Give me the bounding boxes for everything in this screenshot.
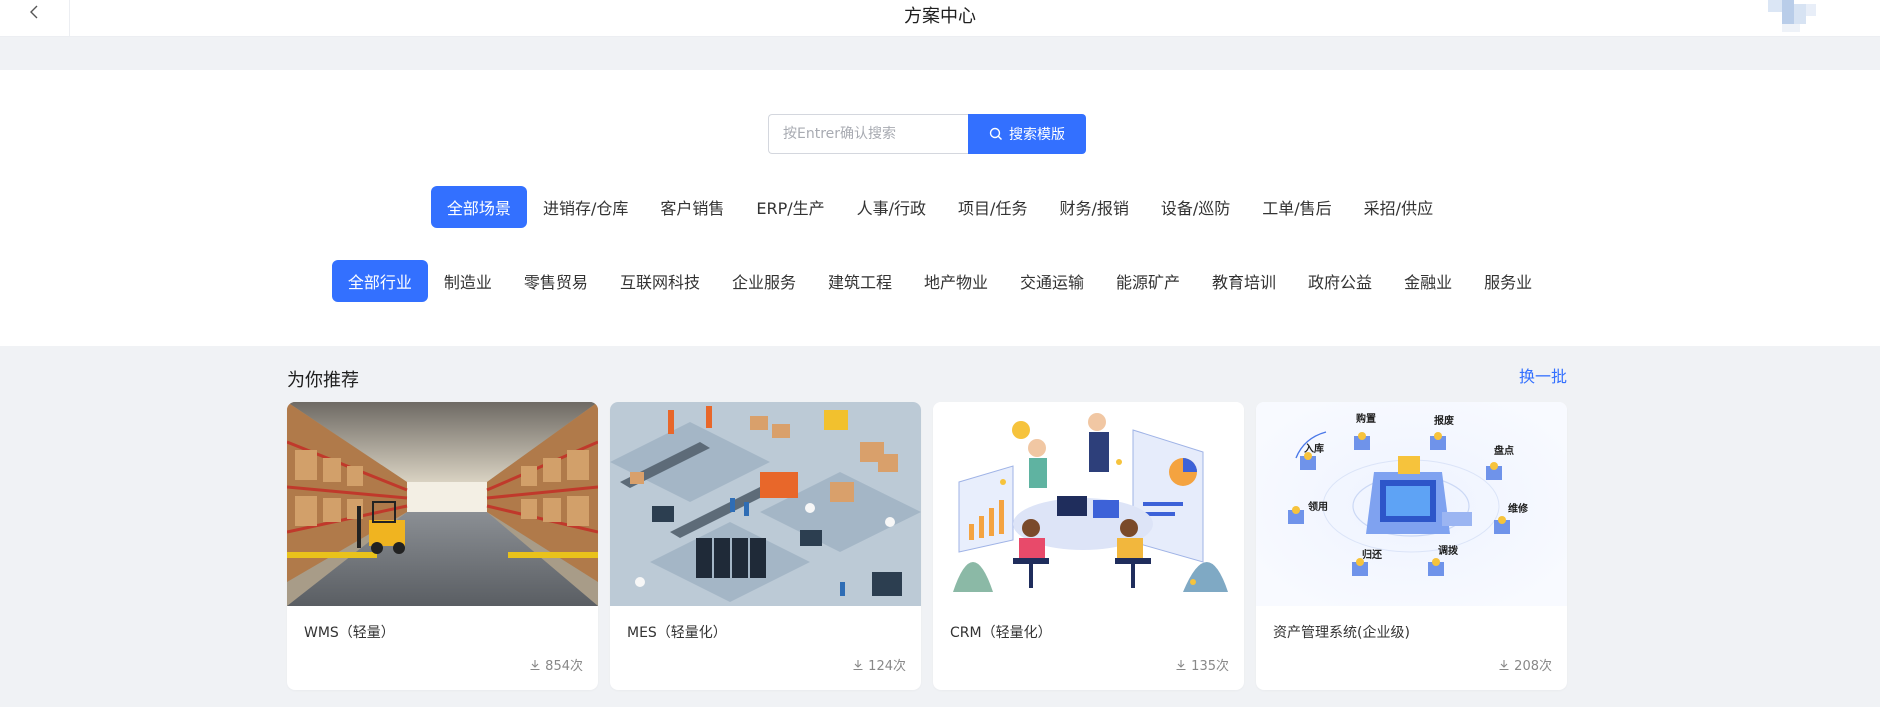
industry-tag-government[interactable]: 政府公益 [1292, 260, 1388, 302]
diagram-label: 入库 [1304, 442, 1324, 455]
download-count-text: 135次 [1191, 659, 1229, 674]
card-title: 资产管理系统(企业级) [1273, 625, 1410, 641]
scene-tag-procurement[interactable]: 采招/供应 [1348, 186, 1449, 228]
scene-tag-customer-sales[interactable]: 客户销售 [644, 186, 740, 228]
diagram-label: 维修 [1508, 502, 1529, 515]
warehouse-image [287, 402, 598, 606]
scene-tag-project[interactable]: 项目/任务 [942, 186, 1043, 228]
industry-tag-all[interactable]: 全部行业 [331, 260, 428, 302]
template-card[interactable]: CRM（轻量化） 135次 [933, 402, 1244, 690]
search-button[interactable]: 搜索模版 [968, 114, 1086, 154]
download-count: 135次 [1175, 655, 1229, 674]
card-title: CRM（轻量化） [950, 625, 1052, 641]
scene-tag-all[interactable]: 全部场景 [430, 186, 527, 228]
scene-tag-erp[interactable]: ERP/生产 [740, 186, 840, 228]
template-card[interactable]: 入库 购置 报废 盘点 领用 维修 归还 调拨 资产管理系统(企业级) 208次 [1256, 402, 1567, 690]
download-icon [530, 659, 540, 670]
scene-tag-ticket[interactable]: 工单/售后 [1246, 186, 1347, 228]
industry-tag-education[interactable]: 教育培训 [1196, 260, 1292, 302]
card-title: MES（轻量化） [627, 625, 727, 641]
search-icon [989, 127, 1002, 140]
download-count: 124次 [852, 655, 906, 674]
industry-tag-construction[interactable]: 建筑工程 [812, 260, 908, 302]
download-count: 854次 [529, 655, 583, 674]
filter-panel: 搜索模版 全部场景 进销存/仓库 客户销售 ERP/生产 人事/行政 项目/任务… [0, 70, 1880, 346]
industry-tag-energy[interactable]: 能源矿产 [1100, 260, 1196, 302]
scene-tag-equipment[interactable]: 设备/巡防 [1145, 186, 1246, 228]
diagram-label: 调拨 [1438, 544, 1459, 557]
scene-tag-hr[interactable]: 人事/行政 [841, 186, 942, 228]
download-count: 208次 [1498, 655, 1552, 674]
industry-tag-real-estate[interactable]: 地产物业 [908, 260, 1004, 302]
avatar[interactable] [1768, 0, 1824, 32]
download-count-text: 124次 [868, 659, 906, 674]
refresh-link[interactable]: 换一批 [1519, 363, 1567, 387]
download-icon [1499, 659, 1509, 670]
card-title: WMS（轻量） [304, 625, 395, 641]
recommend-cards: WMS（轻量） 854次 MES（轻量化） 124次 CRM（轻量化） 135次… [287, 402, 1567, 690]
industry-tag-service[interactable]: 服务业 [1468, 260, 1548, 302]
download-icon [853, 659, 863, 670]
industry-tag-manufacturing[interactable]: 制造业 [428, 260, 508, 302]
search-input[interactable] [768, 114, 968, 154]
industry-filter: 全部行业 制造业 零售贸易 互联网科技 企业服务 建筑工程 地产物业 交通运输 … [0, 260, 1880, 302]
diagram-label: 购置 [1356, 412, 1376, 425]
diagram-label: 归还 [1362, 548, 1383, 561]
factory-image [610, 402, 921, 606]
industry-tag-transport[interactable]: 交通运输 [1004, 260, 1100, 302]
search-button-label: 搜索模版 [1009, 127, 1065, 143]
template-card[interactable]: MES（轻量化） 124次 [610, 402, 921, 690]
meeting-image [933, 402, 1244, 606]
scene-tag-finance[interactable]: 财务/报销 [1043, 186, 1144, 228]
download-icon [1176, 659, 1186, 670]
industry-tag-enterprise[interactable]: 企业服务 [716, 260, 812, 302]
page-title: 方案中心 [904, 6, 976, 27]
scene-tag-inventory[interactable]: 进销存/仓库 [527, 186, 644, 228]
recommend-title: 为你推荐 [287, 370, 359, 391]
download-count-text: 854次 [545, 659, 583, 674]
diagram-label: 报废 [1434, 414, 1454, 427]
asset-diagram-image: 入库 购置 报废 盘点 领用 维修 归还 调拨 [1256, 402, 1567, 606]
scene-filter: 全部场景 进销存/仓库 客户销售 ERP/生产 人事/行政 项目/任务 财务/报… [0, 186, 1880, 228]
industry-tag-finance[interactable]: 金融业 [1388, 260, 1468, 302]
diagram-label: 盘点 [1494, 444, 1514, 457]
template-card[interactable]: WMS（轻量） 854次 [287, 402, 598, 690]
diagram-label: 领用 [1308, 500, 1328, 513]
industry-tag-retail[interactable]: 零售贸易 [508, 260, 604, 302]
download-count-text: 208次 [1514, 659, 1552, 674]
search-bar: 搜索模版 [768, 114, 1086, 154]
industry-tag-internet[interactable]: 互联网科技 [604, 260, 716, 302]
top-bar: 方案中心 [0, 0, 1880, 37]
